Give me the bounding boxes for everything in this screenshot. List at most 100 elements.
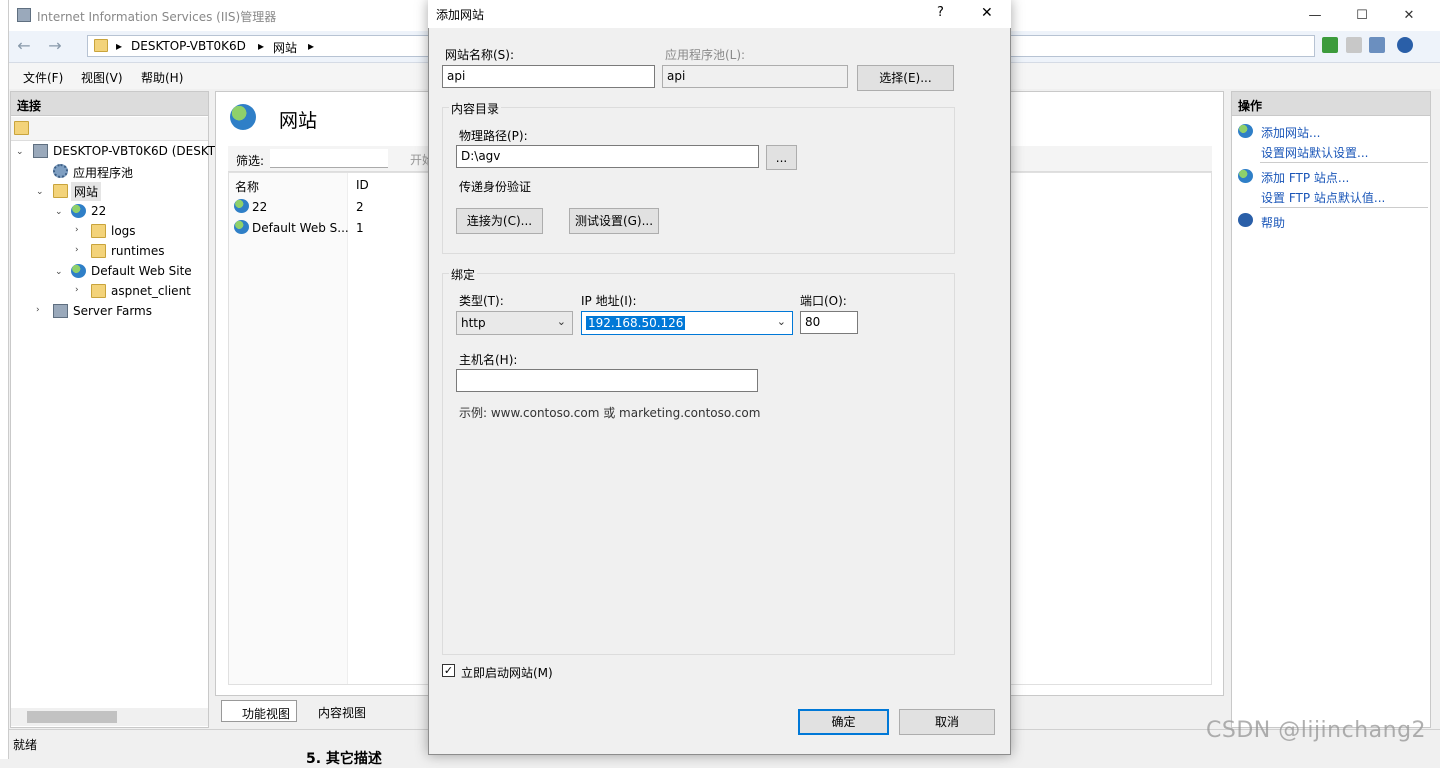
horizontal-scrollbar[interactable] [11,708,208,726]
filter-label: 筛选: [236,154,265,168]
dialog-help-button[interactable]: ? [937,5,944,20]
folder-icon [91,244,106,258]
crumb-sep-icon: ▸ [308,39,315,53]
app-pool-input: api [662,65,848,88]
crumb-server[interactable]: DESKTOP-VBT0K6D [131,39,246,53]
background-window-edge [0,0,9,759]
stop-icon[interactable] [1346,37,1362,53]
crumb-sites[interactable]: 网站 [273,39,297,56]
menu-help[interactable]: 帮助(H) [141,69,183,86]
port-input[interactable]: 80 [800,311,858,334]
example-text: 示例: www.contoso.com 或 marketing.contoso.… [459,406,761,420]
site-row-id: 1 [356,221,364,235]
refresh-icon[interactable] [1322,37,1338,53]
divider [1260,207,1428,208]
site-defaults-link[interactable]: 设置网站默认设置... [1261,144,1368,161]
connect-icon[interactable] [14,121,29,135]
back-arrow-icon[interactable]: ← [12,36,36,58]
folder-icon [91,284,106,298]
type-select[interactable]: http ⌄ [456,311,573,335]
globe-icon [234,220,249,234]
dialog-close-button[interactable]: ✕ [981,5,993,21]
site-row-name[interactable]: Default Web S... [252,221,349,235]
cancel-button[interactable]: 取消 [899,709,995,735]
filter-input[interactable] [270,149,388,168]
tree-aspnet-client[interactable]: aspnet_client [111,284,191,298]
chevron-down-icon[interactable]: ⌄ [36,187,44,197]
scrollbar-thumb[interactable] [27,711,117,723]
browse-button[interactable]: ... [766,145,797,170]
site-name-input[interactable]: api [442,65,655,88]
tab-content-view[interactable]: 内容视图 [300,700,380,722]
ok-button[interactable]: 确定 [798,709,889,735]
add-ftp-link[interactable]: 添加 FTP 站点... [1261,169,1349,186]
chevron-down-icon[interactable]: ⌄ [55,267,63,277]
dialog-title: 添加网站 [436,8,485,22]
col-header-name[interactable]: 名称 [235,178,259,195]
col-header-id[interactable]: ID [356,178,369,192]
chevron-right-icon[interactable]: › [75,225,79,235]
server-farm-icon [53,304,68,318]
minimize-button[interactable]: — [1292,0,1338,31]
globe-icon [71,204,86,218]
tree-logs[interactable]: logs [111,224,136,238]
binding-group-label: 绑定 [449,266,478,283]
help-link[interactable]: 帮助 [1261,214,1285,231]
tree-server[interactable]: DESKTOP-VBT0K6D (DESKT [53,144,215,158]
start-now-checkbox[interactable]: ✓ [442,664,455,677]
tree-sites[interactable]: 网站 [71,182,102,201]
connections-panel: 连接 ⌄ DESKTOP-VBT0K6D (DESKT 应用程序池 ⌄ 网站 ⌄… [10,91,215,728]
site-row-id: 2 [356,200,364,214]
dialog-titlebar: 添加网站 ? ✕ [428,0,1011,28]
site-name-label: 网站名称(S): [445,48,515,62]
start-now-label[interactable]: 立即启动网站(M) [461,664,553,681]
chevron-down-icon[interactable]: ⌄ [55,207,63,217]
connect-as-button[interactable]: 连接为(C)... [456,208,543,234]
physical-path-input[interactable]: D:\agv [456,145,759,168]
help-icon [1238,213,1253,227]
test-settings-button[interactable]: 测试设置(G)... [569,208,659,234]
add-site-link[interactable]: 添加网站... [1261,124,1320,141]
name-column-bg [229,173,348,684]
actions-title: 操作 [1232,92,1430,116]
sites-folder-icon [53,184,68,198]
menu-file[interactable]: 文件(F) [23,69,63,86]
host-label: 主机名(H): [459,353,518,367]
window-title: Internet Information Services (IIS)管理器 [37,10,277,24]
iis-app-icon [17,8,31,22]
ip-select[interactable]: 192.168.50.126 ⌄ [581,311,793,335]
globe-icon [71,264,86,278]
maximize-button[interactable]: ☐ [1339,0,1385,31]
tree-server-farms[interactable]: Server Farms [73,304,152,318]
add-ftp-icon [1238,169,1253,183]
port-label: 端口(O): [800,294,847,308]
divider [1260,162,1428,163]
home-icon[interactable] [1369,37,1385,53]
pass-auth-label: 传递身份验证 [459,180,532,194]
tree-runtimes[interactable]: runtimes [111,244,165,258]
tree-app-pools[interactable]: 应用程序池 [73,164,133,181]
add-site-icon [1238,124,1253,138]
menu-view[interactable]: 视图(V) [81,69,123,86]
site-row-name[interactable]: 22 [252,200,267,214]
chevron-right-icon[interactable]: › [75,245,79,255]
chevron-down-icon: ⌄ [556,315,566,328]
forward-arrow-icon[interactable]: → [43,36,67,58]
tree-default-site[interactable]: Default Web Site [91,264,192,278]
tab-features-view[interactable]: 功能视图 [221,700,297,722]
chevron-right-icon[interactable]: › [75,285,79,295]
close-window-button[interactable]: ✕ [1386,0,1432,31]
site-folder-icon [94,39,108,52]
tab-content-label: 内容视图 [318,706,367,720]
tree-site-22[interactable]: 22 [91,204,106,218]
crumb-sep-icon: ▸ [258,39,265,53]
content-group-label: 内容目录 [449,100,502,117]
host-input[interactable] [456,369,758,392]
chevron-right-icon[interactable]: › [36,305,40,315]
ftp-defaults-link[interactable]: 设置 FTP 站点默认值... [1261,189,1385,206]
chevron-down-icon[interactable]: ⌄ [16,147,24,157]
select-app-pool-button[interactable]: 选择(E)... [857,65,954,91]
help-icon[interactable] [1397,37,1413,53]
globe-icon [234,199,249,213]
app-pool-icon [53,164,68,178]
